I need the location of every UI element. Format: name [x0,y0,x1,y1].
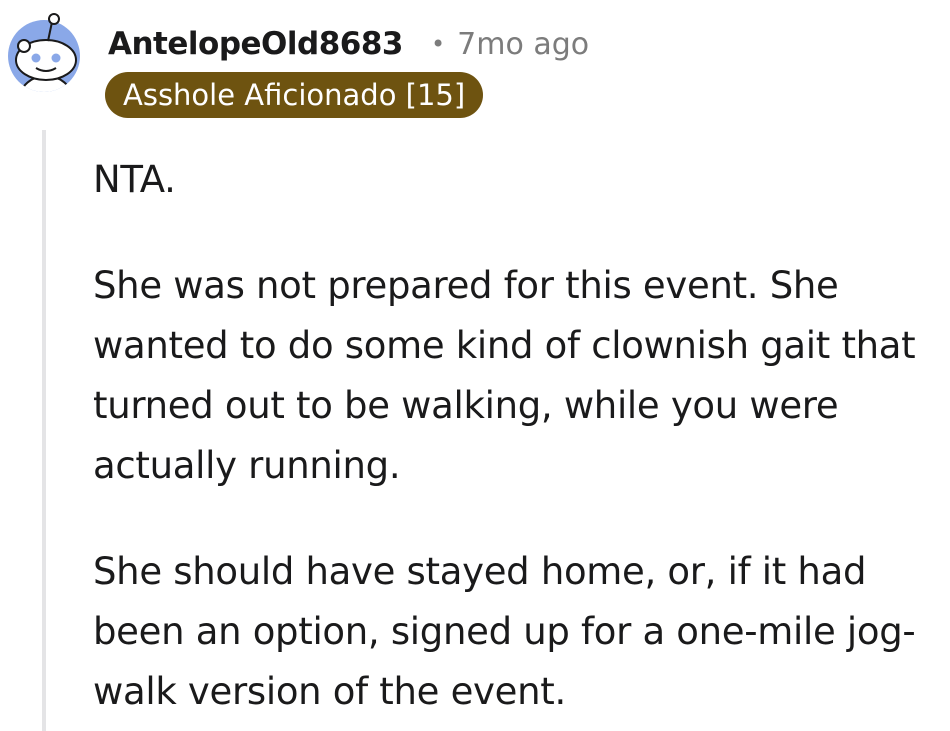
comment-paragraph: NTA. [93,158,176,201]
user-flair: Asshole Aficionado [15] [105,72,484,118]
author-username[interactable]: AntelopeOld8683 [108,26,404,62]
snoo-avatar-icon [8,13,80,92]
thread-line[interactable] [42,130,46,731]
comment-paragraph: She should have stayed home, or, if it h… [93,550,916,713]
comment: AntelopeOld8683 • 7mo ago Asshole Aficio… [0,0,950,731]
meta-separator: • [431,30,446,58]
comment-header: AntelopeOld8683 • 7mo ago [108,22,589,66]
avatar[interactable] [8,10,80,102]
comment-timestamp[interactable]: 7mo ago [457,27,589,62]
comment-paragraph: She was not prepared for this event. She… [93,264,916,487]
comment-body: NTA. She was not prepared for this event… [93,150,943,722]
